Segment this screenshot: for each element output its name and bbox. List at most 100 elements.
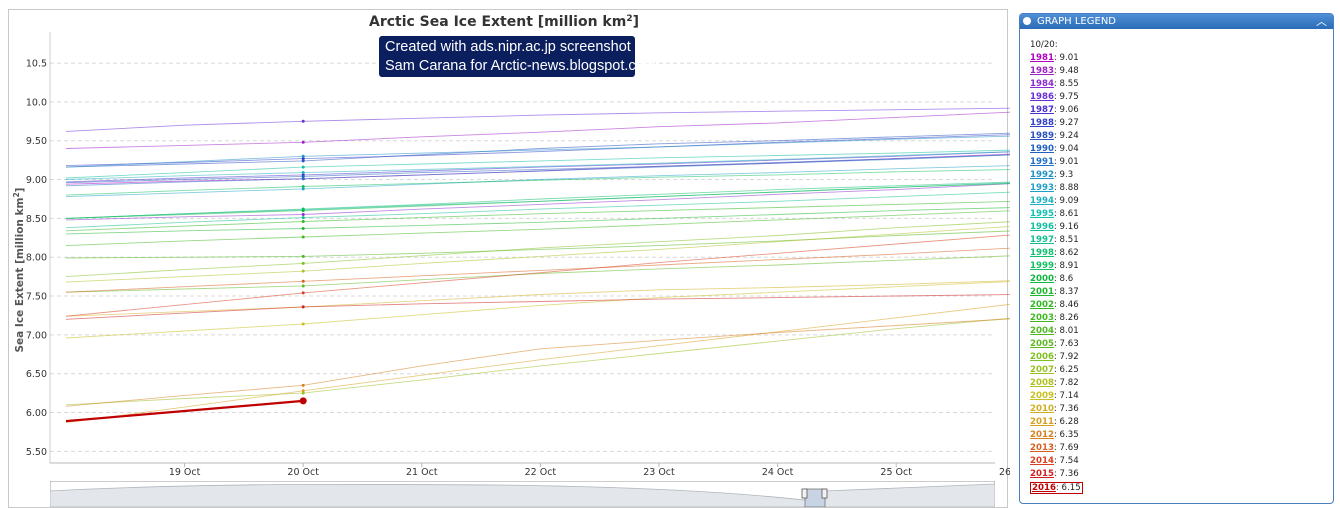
point-2011 bbox=[301, 389, 305, 393]
legend-entry-text: 2006: 7.92 bbox=[1030, 352, 1079, 362]
point-1989 bbox=[301, 159, 305, 163]
chart-title: Arctic Sea Ice Extent [million km2] bbox=[369, 14, 639, 30]
x-tick-label: 26 Oct bbox=[999, 467, 1010, 478]
legend-value: : 6.35 bbox=[1053, 430, 1079, 440]
legend-entry-1995[interactable]: 1995: 8.61 bbox=[1030, 208, 1333, 221]
legend-entry-text: 1995: 8.61 bbox=[1030, 209, 1079, 219]
legend-entry-1997[interactable]: 1997: 8.51 bbox=[1030, 234, 1333, 247]
legend-year: 2006 bbox=[1030, 352, 1054, 362]
legend-entry-1989[interactable]: 1989: 9.24 bbox=[1030, 130, 1333, 143]
legend-entry-2010[interactable]: 2010: 7.36 bbox=[1030, 403, 1333, 416]
legend-entry-text: 2008: 7.82 bbox=[1030, 378, 1079, 388]
legend-entry-1999[interactable]: 1999: 8.91 bbox=[1030, 260, 1333, 273]
legend-entry-text: 1987: 9.06 bbox=[1030, 105, 1079, 115]
legend-entry-text: 2016: 6.15 bbox=[1030, 482, 1083, 494]
legend-value: : 6.28 bbox=[1053, 417, 1079, 427]
legend-entry-1994[interactable]: 1994: 9.09 bbox=[1030, 195, 1333, 208]
legend-entry-2008[interactable]: 2008: 7.82 bbox=[1030, 377, 1333, 390]
y-tick-label: 9.50 bbox=[26, 136, 47, 147]
legend-entry-text: 1993: 8.88 bbox=[1030, 183, 1079, 193]
legend-value: : 7.69 bbox=[1053, 443, 1079, 453]
legend-entry-text: 2014: 7.54 bbox=[1030, 456, 1079, 466]
legend-entry-2007[interactable]: 2007: 6.25 bbox=[1030, 364, 1333, 377]
legend-entry-text: 1984: 8.55 bbox=[1030, 79, 1079, 89]
legend-entry-1990[interactable]: 1990: 9.04 bbox=[1030, 143, 1333, 156]
legend-bullet-icon bbox=[1023, 17, 1031, 25]
point-1992 bbox=[301, 154, 305, 158]
legend-year: 2008 bbox=[1030, 378, 1054, 388]
navigator-handle-right[interactable] bbox=[821, 488, 828, 499]
legend-entry-1993[interactable]: 1993: 8.88 bbox=[1030, 182, 1333, 195]
legend-value: : 7.36 bbox=[1053, 469, 1079, 479]
legend-entry-2013[interactable]: 2013: 7.69 bbox=[1030, 442, 1333, 455]
legend-entry-text: 1992: 9.3 bbox=[1030, 170, 1073, 180]
legend-entry-2014[interactable]: 2014: 7.54 bbox=[1030, 455, 1333, 468]
legend-entry-2016[interactable]: 2016: 6.15 bbox=[1030, 481, 1333, 494]
legend-entry-text: 1981: 9.01 bbox=[1030, 53, 1079, 63]
legend-value: : 7.36 bbox=[1053, 404, 1079, 414]
legend-year: 2004 bbox=[1030, 326, 1054, 336]
legend-entry-text: 1997: 8.51 bbox=[1030, 235, 1079, 245]
legend-year: 1989 bbox=[1030, 131, 1054, 141]
navigator-handle-left[interactable] bbox=[801, 488, 808, 499]
legend-entry-text: 1990: 9.04 bbox=[1030, 144, 1079, 154]
legend-entry-1996[interactable]: 1996: 9.16 bbox=[1030, 221, 1333, 234]
y-tick-label: 6.00 bbox=[26, 408, 47, 419]
legend-year: 1992 bbox=[1030, 170, 1054, 180]
y-tick-label: 8.00 bbox=[26, 253, 47, 264]
legend-entry-1981[interactable]: 1981: 9.01 bbox=[1030, 52, 1333, 65]
legend-entry-text: 1989: 9.24 bbox=[1030, 131, 1079, 141]
legend-entry-1988[interactable]: 1988: 9.27 bbox=[1030, 117, 1333, 130]
legend-entry-1992[interactable]: 1992: 9.3 bbox=[1030, 169, 1333, 182]
legend-entry-text: 1996: 9.16 bbox=[1030, 222, 1079, 232]
legend-entry-1984[interactable]: 1984: 8.55 bbox=[1030, 78, 1333, 91]
legend-entry-2005[interactable]: 2005: 7.63 bbox=[1030, 338, 1333, 351]
legend-entry-text: 1983: 9.48 bbox=[1030, 66, 1079, 76]
legend-value: : 8.26 bbox=[1053, 313, 1079, 323]
point-1983 bbox=[301, 140, 305, 144]
legend-entry-1983[interactable]: 1983: 9.48 bbox=[1030, 65, 1333, 78]
legend-entry-1986[interactable]: 1986: 9.75 bbox=[1030, 91, 1333, 104]
legend-year: 2005 bbox=[1030, 339, 1054, 349]
legend-entry-text: 1994: 9.09 bbox=[1030, 196, 1079, 206]
legend-year: 1987 bbox=[1030, 105, 1054, 115]
legend-entry-2002[interactable]: 2002: 8.46 bbox=[1030, 299, 1333, 312]
legend-year: 1991 bbox=[1030, 157, 1054, 167]
legend-value: : 9.09 bbox=[1053, 196, 1079, 206]
legend-year: 2012 bbox=[1030, 430, 1054, 440]
range-navigator[interactable] bbox=[50, 481, 995, 507]
legend-entry-2004[interactable]: 2004: 8.01 bbox=[1030, 325, 1333, 338]
legend-year: 2014 bbox=[1030, 456, 1054, 466]
legend-entry-2006[interactable]: 2006: 7.92 bbox=[1030, 351, 1333, 364]
legend-entry-2003[interactable]: 2003: 8.26 bbox=[1030, 312, 1333, 325]
legend-entry-2000[interactable]: 2000: 8.6 bbox=[1030, 273, 1333, 286]
legend-entry-1998[interactable]: 1998: 8.62 bbox=[1030, 247, 1333, 260]
legend-year: 2001 bbox=[1030, 287, 1054, 297]
legend-entry-2001[interactable]: 2001: 8.37 bbox=[1030, 286, 1333, 299]
legend-year: 2000 bbox=[1030, 274, 1054, 284]
legend-entry-2012[interactable]: 2012: 6.35 bbox=[1030, 429, 1333, 442]
legend-year: 2002 bbox=[1030, 300, 1054, 310]
legend-header-title: GRAPH LEGEND bbox=[1037, 16, 1116, 27]
legend-value: : 9.01 bbox=[1053, 53, 1079, 63]
legend-value: : 8.62 bbox=[1053, 248, 1079, 258]
y-tick-label: 9.00 bbox=[26, 175, 47, 186]
legend-entry-2015[interactable]: 2015: 7.36 bbox=[1030, 468, 1333, 481]
legend-entry-text: 2003: 8.26 bbox=[1030, 313, 1079, 323]
legend-value: : 8.55 bbox=[1053, 79, 1079, 89]
legend-value: : 7.54 bbox=[1053, 456, 1079, 466]
collapse-chevron-icon[interactable]: ︿ bbox=[1316, 14, 1327, 29]
legend-value: : 9.27 bbox=[1053, 118, 1079, 128]
legend-entry-2011[interactable]: 2011: 6.28 bbox=[1030, 416, 1333, 429]
legend-value: : 8.01 bbox=[1053, 326, 1079, 336]
legend-entry-1987[interactable]: 1987: 9.06 bbox=[1030, 104, 1333, 117]
legend-entry-text: 2004: 8.01 bbox=[1030, 326, 1079, 336]
credit-box: Created with ads.nipr.ac.jp screenshot b… bbox=[379, 36, 656, 77]
x-tick-label: 25 Oct bbox=[880, 467, 912, 478]
point-2002 bbox=[301, 219, 305, 223]
point-2016 bbox=[299, 397, 307, 405]
legend-entry-1991[interactable]: 1991: 9.01 bbox=[1030, 156, 1333, 169]
legend-entry-text: 1988: 9.27 bbox=[1030, 118, 1079, 128]
legend-entry-2009[interactable]: 2009: 7.14 bbox=[1030, 390, 1333, 403]
legend-year: 1990 bbox=[1030, 144, 1054, 154]
